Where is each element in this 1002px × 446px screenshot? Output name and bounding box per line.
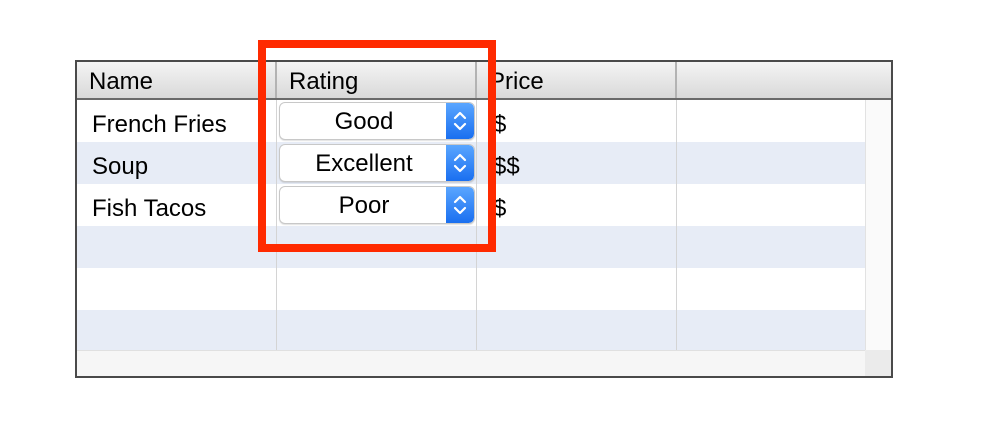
price-cell: $ [493, 195, 507, 222]
column-header-price[interactable]: Price [477, 62, 677, 98]
rating-popup-button[interactable]: Poor [279, 186, 475, 224]
rating-popup-label: Excellent [315, 150, 413, 177]
vertical-scrollbar[interactable] [865, 100, 891, 350]
rating-popup-button[interactable]: Excellent [279, 144, 475, 182]
price-cell: $$ [493, 153, 520, 180]
table-row[interactable]: Soup Excellent $$ [77, 142, 865, 184]
empty-table-row[interactable] [77, 310, 865, 352]
rating-popup-label: Good [334, 108, 394, 135]
table-view[interactable]: Name Rating Price French Fries Good $ So… [75, 60, 893, 378]
chevron-up-down-icon [446, 187, 474, 223]
chevron-up-down-icon [446, 145, 474, 181]
column-header-rating[interactable]: Rating [277, 62, 477, 98]
chevron-up-down-icon [446, 103, 474, 139]
table-header: Name Rating Price [77, 62, 891, 100]
name-cell: Fish Tacos [92, 195, 207, 222]
rating-popup-button[interactable]: Good [279, 102, 475, 140]
column-divider [676, 100, 677, 350]
horizontal-scrollbar[interactable] [77, 350, 865, 376]
name-cell: French Fries [92, 111, 227, 138]
column-header-empty[interactable] [677, 62, 891, 98]
name-cell: Soup [92, 153, 149, 180]
column-header-name[interactable]: Name [77, 62, 277, 98]
price-cell: $ [493, 111, 507, 138]
scrollbar-corner [865, 350, 891, 376]
column-divider [476, 100, 477, 350]
rating-popup-label: Poor [338, 192, 390, 219]
column-divider [276, 100, 277, 350]
table-row[interactable]: French Fries Good $ [77, 100, 865, 142]
table-body: French Fries Good $ Soup Excellent $$ Fi… [77, 100, 865, 352]
empty-table-row[interactable] [77, 268, 865, 310]
table-row[interactable]: Fish Tacos Poor $ [77, 184, 865, 226]
empty-table-row[interactable] [77, 226, 865, 268]
